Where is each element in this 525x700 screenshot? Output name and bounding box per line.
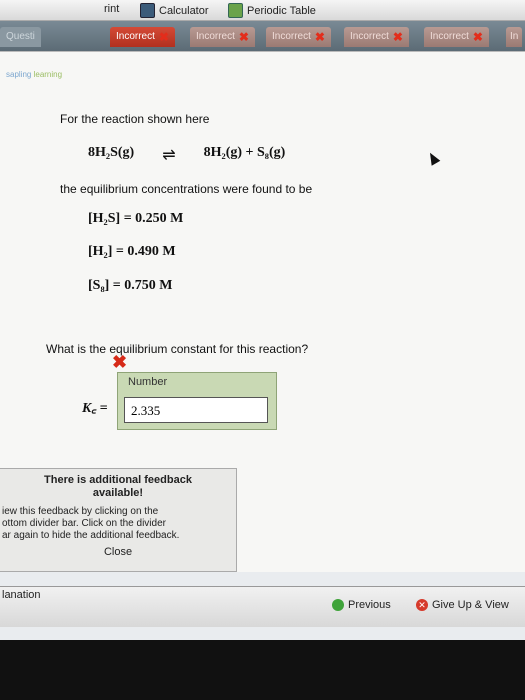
calculator-icon [140, 3, 155, 18]
print-button[interactable]: rint [104, 3, 119, 15]
periodic-table-label: Periodic Table [247, 4, 316, 17]
tab-question[interactable]: Questi [0, 27, 41, 47]
tab-attempt-3[interactable]: Incorrect ✖ [266, 27, 331, 47]
reaction-equation: 8H₂S(g) ⇌ 8H₂(g) + S₈(g) [88, 145, 285, 165]
feedback-body-line: ottom divider bar. Click on the divider [2, 518, 166, 529]
tab-label: Incorrect [196, 31, 235, 42]
feedback-title-line: available! [92, 487, 144, 499]
calculator-label: Calculator [159, 4, 209, 17]
previous-icon [332, 599, 344, 611]
question-prompt: What is the equilibrium constant for thi… [46, 342, 309, 356]
answer-box: Number 2.335 [117, 372, 277, 430]
k-label: K꜀ = [82, 401, 108, 416]
previous-button[interactable]: Previous [332, 599, 391, 611]
give-up-label: Give Up & View [432, 599, 509, 611]
print-label: rint [104, 3, 120, 15]
equilibrium-arrow-icon: ⇌ [162, 147, 176, 164]
previous-label: Previous [348, 599, 391, 611]
question-intro: For the reaction shown here [60, 112, 210, 126]
periodic-table-icon [228, 3, 243, 18]
attempt-tabs: Questi Incorrect ✖ Incorrect ✖ Incorrect… [0, 21, 525, 51]
question-panel: sapling learning For the reaction shown … [0, 51, 525, 572]
toolbar: rint Calculator Periodic Table [0, 0, 525, 21]
periodic-table-button[interactable]: Periodic Table [228, 3, 316, 18]
give-up-button[interactable]: ✕ Give Up & View [416, 599, 509, 611]
tab-label: Incorrect [272, 31, 311, 42]
tab-attempt-4[interactable]: Incorrect ✖ [344, 27, 409, 47]
sapling-logo: sapling learning [6, 70, 62, 79]
answer-input[interactable]: 2.335 [124, 397, 268, 423]
incorrect-x-icon: ✖ [314, 30, 325, 44]
tab-attempt-1[interactable]: Incorrect ✖ [110, 27, 175, 47]
equilibrium-line: the equilibrium concentrations were foun… [60, 182, 313, 196]
products: 8H₂(g) + S₈(g) [203, 145, 286, 160]
incorrect-x-icon: ✖ [158, 30, 169, 44]
mouse-cursor-icon [425, 150, 441, 166]
feedback-title-line: There is additional feedback [44, 474, 192, 486]
logo-brand: sapling [6, 70, 32, 79]
explanation-label[interactable]: lanation [2, 589, 41, 601]
tab-attempt-2[interactable]: Incorrect ✖ [190, 27, 255, 47]
bottom-divider-bar[interactable]: lanation Previous ✕ Give Up & View [0, 586, 525, 627]
feedback-body-line: ar again to hide the additional feedback… [2, 530, 180, 541]
answer-header: Number [128, 376, 168, 388]
incorrect-x-icon: ✖ [112, 352, 128, 372]
incorrect-x-icon: ✖ [238, 30, 249, 44]
tab-label: In [510, 31, 519, 42]
tab-label: Questi [6, 31, 35, 42]
concentration-s8: [S₈] = 0.750 M [88, 278, 173, 293]
concentration-h2: [H₂] = 0.490 M [88, 244, 176, 259]
tab-label: Incorrect [430, 31, 469, 42]
tab-label: Incorrect [116, 31, 155, 42]
feedback-box: There is additional feedback available! … [0, 468, 237, 572]
incorrect-x-icon: ✖ [472, 30, 483, 44]
logo-suffix: learning [33, 70, 63, 79]
calculator-button[interactable]: Calculator [140, 3, 209, 18]
feedback-body: iew this feedback by clicking on the ott… [0, 500, 236, 542]
feedback-title: There is additional feedback available! [0, 469, 236, 500]
tab-attempt-5[interactable]: Incorrect ✖ [424, 27, 489, 47]
concentration-h2s: [H₂S] = 0.250 M [88, 211, 184, 226]
screen: rint Calculator Periodic Table Questi In… [0, 0, 525, 640]
feedback-close-button[interactable]: Close [0, 546, 236, 558]
incorrect-x-icon: ✖ [392, 30, 403, 44]
feedback-body-line: iew this feedback by clicking on the [2, 506, 159, 517]
give-up-icon: ✕ [416, 599, 428, 611]
tab-label: Incorrect [350, 31, 389, 42]
reactant: 8H₂S(g) [88, 145, 135, 160]
tab-attempt-6[interactable]: In [506, 27, 523, 47]
